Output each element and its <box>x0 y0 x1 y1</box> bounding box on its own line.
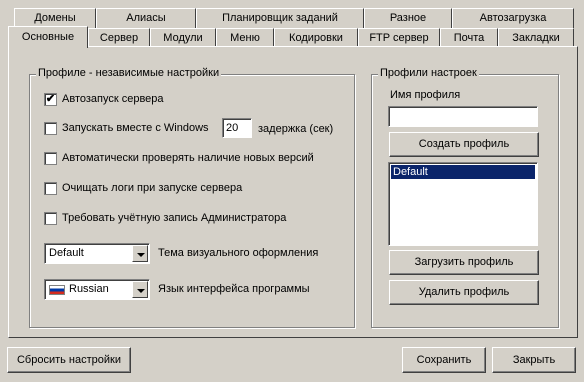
theme-select-value: Default <box>49 247 84 259</box>
tab-bookmarks[interactable]: Закладки <box>498 28 574 48</box>
save-button[interactable]: Сохранить <box>402 347 486 373</box>
start-with-windows-checkbox[interactable] <box>44 122 57 135</box>
delay-label: задержка (сек) <box>258 123 334 135</box>
tab-menu[interactable]: Меню <box>216 28 274 48</box>
delete-profile-button[interactable]: Удалить профиль <box>389 280 539 305</box>
delay-input[interactable]: 20 <box>222 118 252 138</box>
tab-autoload[interactable]: Автозагрузка <box>452 8 574 28</box>
tab-domains[interactable]: Домены <box>14 8 96 28</box>
check-updates-checkbox[interactable] <box>44 152 57 165</box>
require-admin-label: Требовать учётную запись Администратора <box>62 212 287 224</box>
chevron-down-icon[interactable] <box>132 245 148 262</box>
checkmark-icon: ✔ <box>45 93 56 105</box>
tab-aliases[interactable]: Алиасы <box>96 8 196 28</box>
language-label: Язык интерфейса программы <box>158 283 310 295</box>
tab-modules[interactable]: Модули <box>150 28 216 48</box>
close-button[interactable]: Закрыть <box>492 347 576 373</box>
create-profile-button[interactable]: Создать профиль <box>389 132 539 157</box>
tab-encodings[interactable]: Кодировки <box>274 28 358 48</box>
autostart-label: Автозапуск сервера <box>62 93 164 105</box>
language-select-value: Russian <box>69 283 109 295</box>
reset-settings-button[interactable]: Сбросить настройки <box>7 347 131 373</box>
tab-mail[interactable]: Почта <box>440 28 498 48</box>
start-with-windows-label: Запускать вместе с Windows <box>62 122 209 134</box>
profile-list[interactable]: Default <box>388 162 538 246</box>
theme-select[interactable]: Default <box>44 243 150 264</box>
chevron-down-icon[interactable] <box>132 281 148 298</box>
require-admin-checkbox[interactable] <box>44 212 57 225</box>
profile-independent-legend: Профиле - независимые настройки <box>36 67 222 79</box>
tab-ftp-server[interactable]: FTP сервер <box>358 28 440 48</box>
load-profile-button[interactable]: Загрузить профиль <box>389 250 539 275</box>
tab-general[interactable]: Основные <box>8 26 88 48</box>
delay-value: 20 <box>226 122 239 134</box>
tab-scheduler[interactable]: Планировщик заданий <box>196 8 364 28</box>
profile-name-label: Имя профиля <box>390 89 461 101</box>
tab-misc[interactable]: Разное <box>364 8 452 28</box>
clear-logs-label: Очищать логи при запуске сервера <box>62 182 243 194</box>
theme-label: Тема визуального оформления <box>158 247 319 259</box>
autostart-checkbox[interactable]: ✔ <box>44 93 57 106</box>
clear-logs-checkbox[interactable] <box>44 182 57 195</box>
profile-name-input[interactable] <box>388 106 538 127</box>
profiles-legend: Профили настроек <box>378 67 479 79</box>
russian-flag-icon <box>49 285 65 295</box>
check-updates-label: Автоматически проверять наличие новых ве… <box>62 152 314 164</box>
profile-list-item-default[interactable]: Default <box>391 165 535 179</box>
language-select[interactable]: Russian <box>44 279 150 300</box>
tab-server[interactable]: Сервер <box>88 28 150 48</box>
